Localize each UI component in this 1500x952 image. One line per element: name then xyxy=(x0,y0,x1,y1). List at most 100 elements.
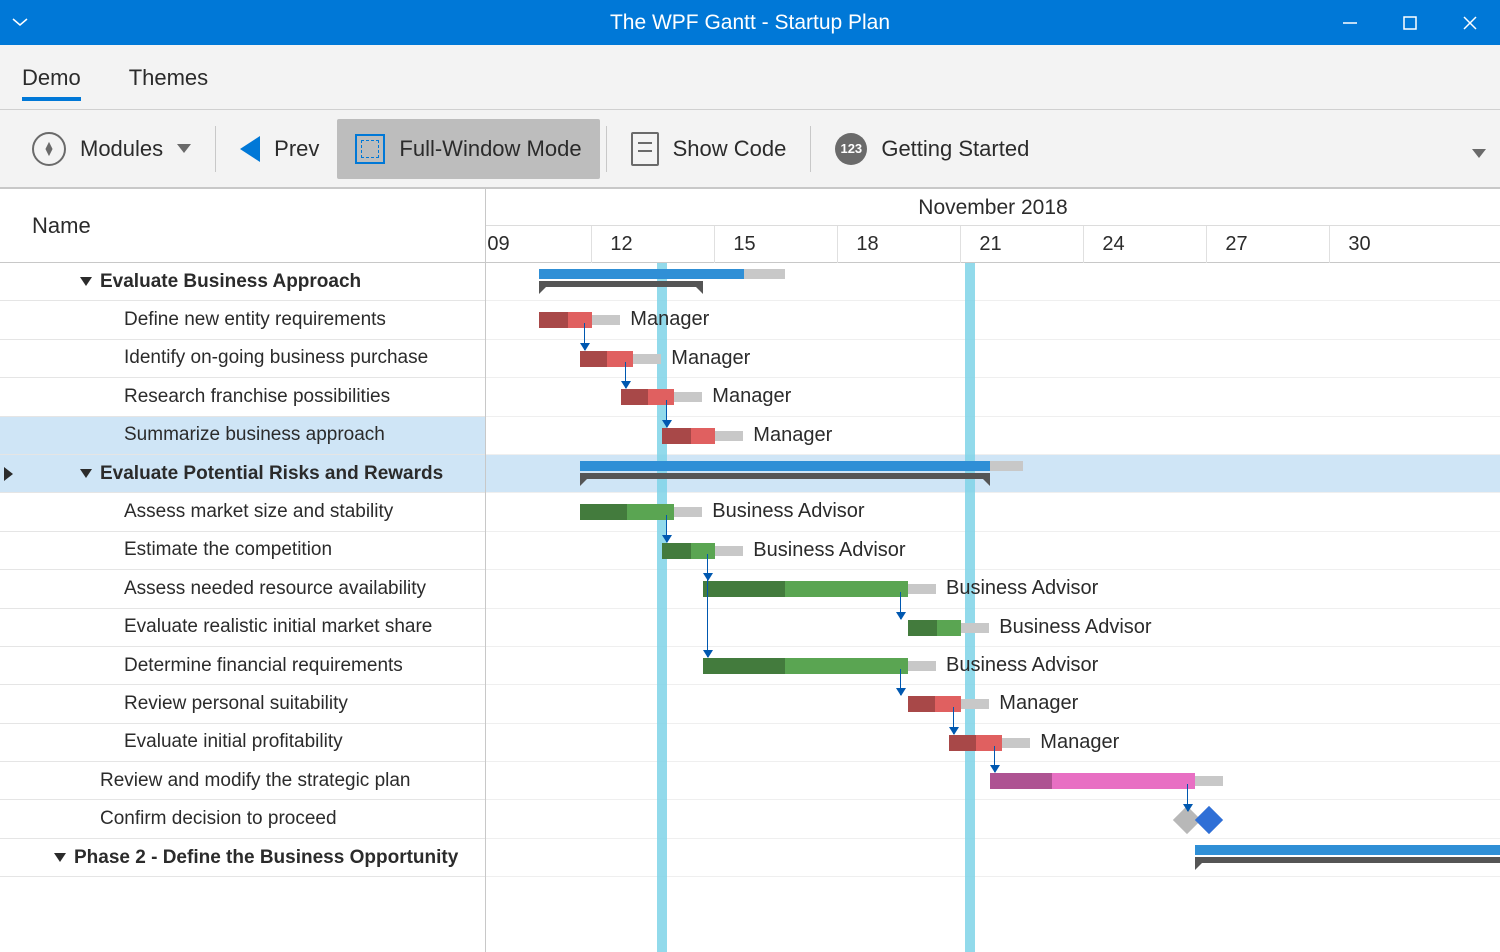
resource-label: Business Advisor xyxy=(946,654,1098,677)
fullscreen-icon xyxy=(355,134,385,164)
getting-started-button[interactable]: 123 Getting Started xyxy=(817,119,1047,179)
expander-icon[interactable] xyxy=(80,277,92,286)
task-name: Review personal suitability xyxy=(124,693,348,715)
task-row[interactable]: Confirm decision to proceed xyxy=(0,800,485,838)
task-name: Confirm decision to proceed xyxy=(100,808,337,830)
task-name: Identify on-going business purchase xyxy=(124,347,428,369)
resource-label: Manager xyxy=(712,385,791,408)
task-bar[interactable] xyxy=(908,620,961,636)
task-rows: Evaluate Business Approach Define new ent… xyxy=(0,263,485,952)
modules-dropdown[interactable]: Modules xyxy=(14,119,209,179)
timeline-header: November 2018 0912151821242730 xyxy=(486,189,1500,263)
task-row[interactable]: Evaluate Potential Risks and Rewards xyxy=(0,455,485,493)
timeline-pane[interactable]: November 2018 0912151821242730 ManagerMa… xyxy=(486,189,1500,952)
resource-label: Business Advisor xyxy=(712,500,864,523)
task-row[interactable]: Define new entity requirements xyxy=(0,301,485,339)
task-name: Determine financial requirements xyxy=(124,655,403,677)
summary-bar[interactable] xyxy=(1195,845,1500,867)
show-code-label: Show Code xyxy=(673,136,787,162)
chevron-down-icon xyxy=(177,144,191,153)
task-row[interactable]: Evaluate realistic initial market share xyxy=(0,609,485,647)
toolbar-overflow-icon[interactable] xyxy=(1472,149,1486,158)
separator xyxy=(215,126,216,172)
show-code-button[interactable]: Show Code xyxy=(613,119,805,179)
task-row[interactable]: Phase 2 - Define the Business Opportunit… xyxy=(0,839,485,877)
task-bar[interactable] xyxy=(703,581,908,597)
resource-label: Business Advisor xyxy=(753,539,905,562)
full-window-mode-button[interactable]: Full-Window Mode xyxy=(337,119,599,179)
task-name: Assess needed resource availability xyxy=(124,578,426,600)
task-bar[interactable] xyxy=(580,504,674,520)
day-tick: 30 xyxy=(1329,226,1389,263)
summary-bar[interactable] xyxy=(539,269,744,291)
task-name: Define new entity requirements xyxy=(124,309,386,331)
task-row[interactable]: Review personal suitability xyxy=(0,685,485,723)
maximize-button[interactable] xyxy=(1380,0,1440,45)
app-menu-caret-icon[interactable] xyxy=(0,14,40,32)
resource-label: Business Advisor xyxy=(946,577,1098,600)
dependency-arrow xyxy=(666,400,667,426)
task-row[interactable]: Identify on-going business purchase xyxy=(0,340,485,378)
task-row[interactable]: Evaluate initial profitability xyxy=(0,724,485,762)
task-bar-trail xyxy=(1195,776,1223,786)
expander-icon[interactable] xyxy=(80,469,92,478)
dependency-arrow xyxy=(666,515,667,541)
minimize-button[interactable] xyxy=(1320,0,1380,45)
resource-label: Manager xyxy=(1040,731,1119,754)
task-row[interactable]: Evaluate Business Approach xyxy=(0,263,485,301)
dependency-arrow xyxy=(625,362,626,388)
task-bar-trail xyxy=(674,507,702,517)
task-row[interactable]: Review and modify the strategic plan xyxy=(0,762,485,800)
task-bar[interactable] xyxy=(703,658,908,674)
task-row[interactable]: Summarize business approach xyxy=(0,417,485,455)
chart-body[interactable]: Manager Manager Manager Manager Business Adv… xyxy=(486,263,1500,952)
task-row[interactable]: Determine financial requirements xyxy=(0,647,485,685)
day-tick: 12 xyxy=(591,226,651,263)
day-tick: 24 xyxy=(1083,226,1143,263)
dependency-arrow xyxy=(900,669,901,695)
gantt-control: Name Evaluate Business Approach Define ne… xyxy=(0,188,1500,952)
resource-label: Manager xyxy=(671,347,750,370)
task-row[interactable]: Research franchise possibilities xyxy=(0,378,485,416)
task-name: Research franchise possibilities xyxy=(124,386,390,408)
task-bar[interactable] xyxy=(990,773,1195,789)
resource-label: Manager xyxy=(753,424,832,447)
task-row[interactable]: Assess needed resource availability xyxy=(0,570,485,608)
full-window-label: Full-Window Mode xyxy=(399,136,581,162)
day-tick: 15 xyxy=(714,226,774,263)
task-bar-trail xyxy=(908,661,936,671)
task-name: Evaluate initial profitability xyxy=(124,731,343,753)
expander-icon[interactable] xyxy=(54,853,66,862)
tab-demo[interactable]: Demo xyxy=(22,55,81,99)
toolbar: Modules Prev Full-Window Mode Show Code … xyxy=(0,110,1500,188)
day-tick: 09 xyxy=(486,226,528,263)
task-list-pane: Name Evaluate Business Approach Define ne… xyxy=(0,189,486,952)
day-ticks: 0912151821242730 xyxy=(486,226,1500,263)
month-label: November 2018 xyxy=(486,189,1500,226)
task-name: Evaluate Potential Risks and Rewards xyxy=(100,463,443,485)
task-bar-trail xyxy=(961,623,989,633)
window-controls xyxy=(1320,0,1500,45)
task-bar-trail xyxy=(1002,738,1030,748)
triangle-left-icon xyxy=(240,136,260,162)
separator xyxy=(810,126,811,172)
task-name: Assess market size and stability xyxy=(124,501,393,523)
column-header-name[interactable]: Name xyxy=(0,189,485,263)
dependency-arrow xyxy=(1187,784,1188,810)
prev-button[interactable]: Prev xyxy=(222,119,337,179)
task-row[interactable]: Assess market size and stability xyxy=(0,493,485,531)
task-bar-trail xyxy=(961,699,989,709)
task-name: Review and modify the strategic plan xyxy=(100,770,411,792)
task-bar-trail xyxy=(592,315,620,325)
task-bar-trail xyxy=(715,431,743,441)
tab-themes[interactable]: Themes xyxy=(129,55,208,99)
modules-label: Modules xyxy=(80,136,163,162)
prev-label: Prev xyxy=(274,136,319,162)
close-button[interactable] xyxy=(1440,0,1500,45)
dependency-arrow xyxy=(584,323,585,349)
task-name: Phase 2 - Define the Business Opportunit… xyxy=(74,847,458,869)
task-row[interactable]: Estimate the competition xyxy=(0,532,485,570)
task-bar[interactable] xyxy=(662,428,715,444)
task-bar-trail xyxy=(715,546,743,556)
summary-bar[interactable] xyxy=(580,461,990,483)
